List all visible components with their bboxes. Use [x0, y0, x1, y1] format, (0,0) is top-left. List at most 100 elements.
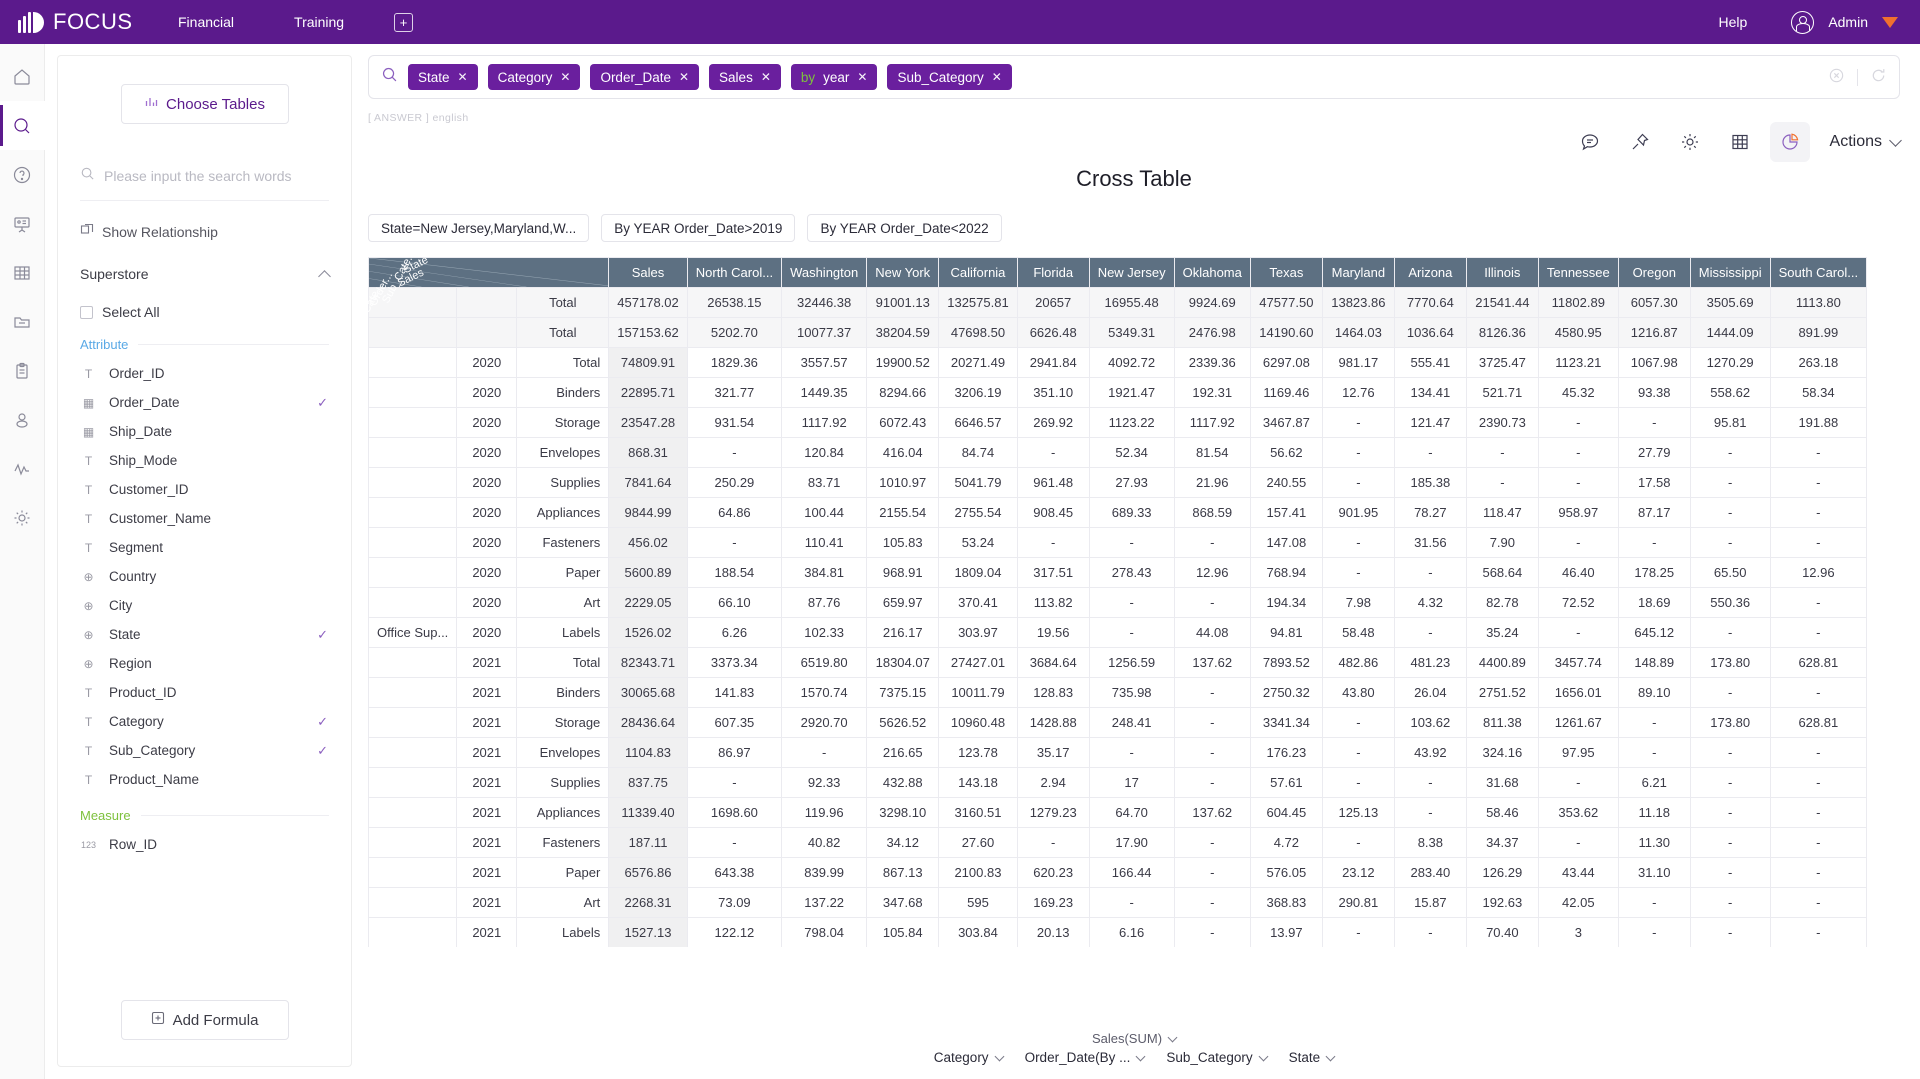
- table-cell[interactable]: 17.90: [1088, 827, 1175, 858]
- table-cell[interactable]: 1270.29: [1689, 347, 1771, 378]
- table-cell[interactable]: 891.99: [1769, 317, 1868, 348]
- table-cell[interactable]: 659.97: [866, 587, 940, 618]
- table-row[interactable]: 2020 Total 74809.91 1829.36 3557.57 19900.52 2…: [368, 347, 1868, 378]
- pin-icon[interactable]: [1620, 122, 1660, 162]
- table-cell[interactable]: 837.75: [608, 767, 688, 798]
- table-cell[interactable]: 6297.08: [1249, 347, 1323, 378]
- table-cell[interactable]: 20.13: [1016, 917, 1090, 947]
- table-cell[interactable]: 18.69: [1617, 587, 1691, 618]
- table-cell[interactable]: -: [1537, 407, 1619, 438]
- table-cell[interactable]: 1067.98: [1617, 347, 1691, 378]
- table-row[interactable]: 2021 Paper 6576.86 643.38 839.99 867.13 2100.8…: [368, 857, 1868, 888]
- table-cell[interactable]: 12.76: [1321, 377, 1395, 408]
- table-cell[interactable]: 113.82: [1016, 587, 1090, 618]
- table-cell[interactable]: 216.65: [866, 737, 940, 768]
- table-cell[interactable]: -: [1173, 887, 1251, 918]
- field-product_name[interactable]: T Product_Name: [72, 765, 337, 794]
- refresh-icon[interactable]: [1870, 67, 1887, 88]
- table-cell[interactable]: 134.41: [1393, 377, 1467, 408]
- table-cell[interactable]: 58.34: [1769, 377, 1868, 408]
- table-cell[interactable]: 56.62: [1249, 437, 1323, 468]
- table-cell[interactable]: 87.17: [1617, 497, 1691, 528]
- table-cell[interactable]: 2155.54: [866, 497, 940, 528]
- table-cell[interactable]: 11802.89: [1537, 287, 1619, 318]
- nav-item-training[interactable]: Training: [264, 0, 374, 44]
- field-city[interactable]: ⊕ City: [72, 591, 337, 620]
- table-cell[interactable]: 110.41: [781, 527, 868, 558]
- table-cell[interactable]: 5600.89: [608, 557, 688, 588]
- table-cell[interactable]: 1449.35: [781, 377, 868, 408]
- search-chip-sub_category[interactable]: Sub_Category ✕: [887, 64, 1012, 90]
- field-country[interactable]: ⊕ Country: [72, 562, 337, 591]
- field-customer_name[interactable]: T Customer_Name: [72, 504, 337, 533]
- close-icon[interactable]: ✕: [992, 70, 1002, 84]
- table-cell[interactable]: 370.41: [938, 587, 1018, 618]
- table-cell[interactable]: 4.32: [1393, 587, 1467, 618]
- sidebar-search[interactable]: Please input the search words: [80, 166, 329, 201]
- clear-icon[interactable]: [1828, 67, 1845, 88]
- table-cell[interactable]: 4580.95: [1537, 317, 1619, 348]
- table-cell[interactable]: 568.64: [1465, 557, 1539, 588]
- table-cell[interactable]: -: [1321, 917, 1395, 947]
- table-cell[interactable]: 32446.38: [781, 287, 868, 318]
- axis-item-dimension-0[interactable]: Category: [934, 1050, 1005, 1065]
- table-cell[interactable]: 74809.91: [608, 347, 688, 378]
- table-cell[interactable]: 47698.50: [938, 317, 1018, 348]
- table-cell[interactable]: -: [1769, 857, 1868, 888]
- table-cell[interactable]: -: [686, 827, 783, 858]
- column-header-13[interactable]: Oregon: [1617, 257, 1691, 288]
- table-cell[interactable]: 26538.15: [686, 287, 783, 318]
- table-cell[interactable]: 100.44: [781, 497, 868, 528]
- table-cell[interactable]: 194.34: [1249, 587, 1323, 618]
- table-cell[interactable]: -: [1689, 917, 1771, 947]
- table-cell[interactable]: 735.98: [1088, 677, 1175, 708]
- user-name[interactable]: Admin: [1828, 14, 1868, 30]
- table-cell[interactable]: 6.21: [1617, 767, 1691, 798]
- table-cell[interactable]: 6.26: [686, 617, 783, 648]
- table-cell[interactable]: 82343.71: [608, 647, 688, 678]
- table-cell[interactable]: 191.88: [1769, 407, 1868, 438]
- table-row[interactable]: 2021 Fasteners 187.11-40.82 34.12 27.60-17.9…: [368, 827, 1868, 858]
- table-cell[interactable]: 8294.66: [866, 377, 940, 408]
- presentation-icon[interactable]: [0, 199, 45, 248]
- table-cell[interactable]: 576.05: [1249, 857, 1323, 888]
- table-cell[interactable]: -: [1173, 827, 1251, 858]
- table-row[interactable]: 2021 Total 82343.71 3373.34 6519.80 18304.07 2…: [368, 647, 1868, 678]
- filter-pill-0[interactable]: State=New Jersey,Maryland,W...: [368, 214, 590, 242]
- search-chip-category[interactable]: Category ✕: [487, 64, 581, 90]
- axis-item-dimension-1[interactable]: Order_Date(By ...: [1025, 1050, 1146, 1065]
- field-segment[interactable]: T Segment: [72, 533, 337, 562]
- table-cell[interactable]: 645.12: [1617, 617, 1691, 648]
- table-cell[interactable]: 868.59: [1173, 497, 1251, 528]
- table-cell[interactable]: 103.62: [1393, 707, 1467, 738]
- table-row[interactable]: Total 157153.62 5202.70 10077.37 38204.59 476…: [368, 317, 1868, 348]
- table-cell[interactable]: 132575.81: [938, 287, 1018, 318]
- table-cell[interactable]: -: [1393, 917, 1467, 947]
- add-formula-button[interactable]: Add Formula: [120, 1000, 289, 1040]
- table-cell[interactable]: -: [1769, 767, 1868, 798]
- table-cell[interactable]: 34.37: [1465, 827, 1539, 858]
- table-cell[interactable]: -: [1088, 737, 1175, 768]
- table-cell[interactable]: 689.33: [1088, 497, 1175, 528]
- table-cell[interactable]: -: [1689, 467, 1771, 498]
- table-cell[interactable]: 64.70: [1088, 797, 1175, 828]
- column-header-8[interactable]: Texas: [1249, 257, 1323, 288]
- table-cell[interactable]: 53.24: [938, 527, 1018, 558]
- chevron-down-icon[interactable]: [1167, 1032, 1178, 1042]
- table-cell[interactable]: 192.63: [1465, 887, 1539, 918]
- table-row[interactable]: 2020 Appliances 9844.99 64.86 100.44 2155.54 2…: [368, 497, 1868, 528]
- table-cell[interactable]: 43.44: [1537, 857, 1619, 888]
- table-cell[interactable]: 83.71: [781, 467, 868, 498]
- table-cell[interactable]: 11.18: [1617, 797, 1691, 828]
- table-cell[interactable]: 7893.52: [1249, 647, 1323, 678]
- table-cell[interactable]: 44.08: [1173, 617, 1251, 648]
- clipboard-icon[interactable]: [0, 346, 45, 395]
- table-cell[interactable]: -: [1617, 917, 1691, 947]
- table-cell[interactable]: 119.96: [781, 797, 868, 828]
- table-cell[interactable]: 91001.13: [866, 287, 940, 318]
- table-cell[interactable]: 178.25: [1617, 557, 1691, 588]
- table-cell[interactable]: -: [1321, 557, 1395, 588]
- table-cell[interactable]: -: [1173, 527, 1251, 558]
- chevron-down-icon[interactable]: [1135, 1051, 1146, 1061]
- table-cell[interactable]: 2100.83: [938, 857, 1018, 888]
